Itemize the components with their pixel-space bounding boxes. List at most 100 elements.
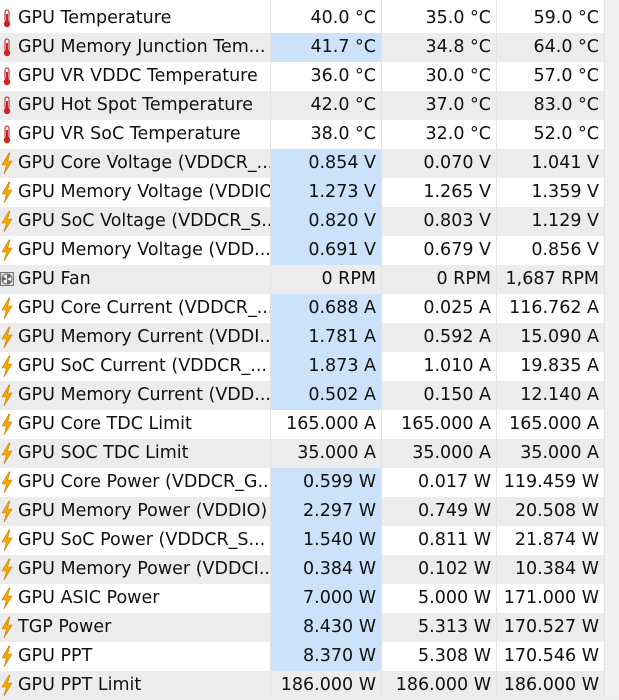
sensor-name: GPU Memory Current (VDD... — [18, 385, 270, 405]
minimum-value: 37.0 °C — [425, 95, 492, 115]
current-value: 165.000 A — [286, 414, 376, 434]
maximum-value: 119.459 W — [503, 472, 599, 492]
sensor-name: GPU Memory Voltage (VDDIO) — [18, 182, 270, 202]
current-value: 2.297 W — [270, 497, 381, 526]
sensor-name: GPU Core Power (VDDCR_G... — [18, 472, 270, 492]
sensor-name: GPU Memory Current (VDDI... — [18, 327, 270, 347]
maximum-value: 1,687 RPM — [505, 269, 599, 289]
minimum-value: 5.308 W — [418, 646, 491, 666]
sensor-row[interactable]: GPU Temperature 40.0 °C 35.0 °C 59.0 °C — [0, 4, 619, 33]
sensor-row[interactable]: GPU VR SoC Temperature 38.0 °C 32.0 °C 52.0… — [0, 120, 619, 149]
minimum-value: 34.8 °C — [425, 37, 492, 57]
sensor-row[interactable]: GPU PPT 8.370 W 5.308 W 170.546 W — [0, 642, 619, 671]
lightning-bolt-icon — [0, 207, 14, 236]
sensor-row[interactable]: GPU SoC Current (VDDCR_... 1.873 A 1.010 A… — [0, 352, 619, 381]
maximum-value: 57.0 °C — [533, 66, 600, 86]
sensor-row[interactable]: GPU SoC Voltage (VDDCR_S... 0.820 V 0.803 … — [0, 207, 619, 236]
maximum-value: 165.000 A — [509, 414, 599, 434]
maximum-value: 19.835 A — [520, 356, 599, 376]
minimum-value: 0.803 V — [423, 211, 491, 231]
sensor-row[interactable]: GPU Memory Voltage (VDD... 0.691 V 0.679 V… — [0, 236, 619, 265]
lightning-bolt-icon — [0, 584, 14, 613]
column-divider — [270, 0, 271, 696]
lightning-bolt-icon — [0, 294, 14, 323]
sensor-row[interactable]: GPU Memory Junction Tem... 41.7 °C 34.8 °C… — [0, 33, 619, 62]
sensor-name: GPU SoC Current (VDDCR_... — [18, 356, 267, 376]
maximum-value: 35.000 A — [520, 443, 599, 463]
sensor-row[interactable]: GPU SoC Power (VDDCR_S... 1.540 W 0.811 W 2… — [0, 526, 619, 555]
minimum-value: 30.0 °C — [425, 66, 492, 86]
sensor-name: GPU PPT — [18, 646, 93, 666]
thermometer-icon — [0, 33, 14, 62]
sensor-row[interactable]: GPU Hot Spot Temperature 42.0 °C 37.0 °C 83… — [0, 91, 619, 120]
maximum-value: 1.359 V — [531, 182, 599, 202]
sensor-row[interactable]: GPU Memory Power (VDDIO) 2.297 W 0.749 W 20… — [0, 497, 619, 526]
current-value: 38.0 °C — [310, 124, 377, 144]
lightning-bolt-icon — [0, 526, 14, 555]
sensor-name: GPU VR SoC Temperature — [18, 124, 241, 144]
sensor-row[interactable]: GPU Memory Voltage (VDDIO) 1.273 V 1.265 V… — [0, 178, 619, 207]
sensor-name: GPU Hot Spot Temperature — [18, 95, 253, 115]
maximum-value: 116.762 A — [509, 298, 599, 318]
lightning-bolt-icon — [0, 468, 14, 497]
minimum-value: 0 RPM — [436, 269, 491, 289]
sensor-row[interactable]: GPU VR VDDC Temperature 36.0 °C 30.0 °C 57.… — [0, 62, 619, 91]
current-value: 1.781 A — [270, 323, 381, 352]
sensor-row[interactable]: GPU Core Power (VDDCR_G... 0.599 W 0.017 W… — [0, 468, 619, 497]
sensor-row[interactable]: GPU Memory Current (VDDI... 1.781 A 0.592 … — [0, 323, 619, 352]
sensor-name: GPU VR VDDC Temperature — [18, 66, 258, 86]
maximum-value: 10.384 W — [514, 559, 599, 579]
maximum-value: 12.140 A — [520, 385, 599, 405]
current-value: 35.000 A — [297, 443, 376, 463]
current-value: 0.820 V — [270, 207, 381, 236]
sensor-row[interactable]: GPU SOC TDC Limit 35.000 A 35.000 A 35.000 … — [0, 439, 619, 468]
maximum-value: 59.0 °C — [533, 8, 600, 28]
lightning-bolt-icon — [0, 352, 14, 381]
maximum-value: 170.546 W — [503, 646, 599, 666]
sensor-row[interactable]: TGP Power 8.430 W 5.313 W 170.527 W — [0, 613, 619, 642]
sensor-row[interactable]: GPU Core Voltage (VDDCR_... 0.854 V 0.070 … — [0, 149, 619, 178]
vertical-scrollbar[interactable] — [604, 0, 619, 696]
column-divider — [496, 0, 497, 696]
current-value: 40.0 °C — [310, 8, 377, 28]
current-value: 41.7 °C — [270, 33, 381, 62]
sensor-table: GPU Temperature 40.0 °C 35.0 °C 59.0 °C GPU … — [0, 4, 619, 700]
current-value: 7.000 W — [270, 584, 381, 613]
sensor-name: GPU Core TDC Limit — [18, 414, 192, 434]
sensor-name: GPU SOC TDC Limit — [18, 443, 189, 463]
maximum-value: 1.041 V — [531, 153, 599, 173]
lightning-bolt-icon — [0, 236, 14, 265]
lightning-bolt-icon — [0, 178, 14, 207]
minimum-value: 35.0 °C — [425, 8, 492, 28]
sensor-name: GPU SoC Voltage (VDDCR_S... — [18, 211, 270, 231]
minimum-value: 0.679 V — [423, 240, 491, 260]
lightning-bolt-icon — [0, 497, 14, 526]
thermometer-icon — [0, 120, 14, 149]
maximum-value: 52.0 °C — [533, 124, 600, 144]
current-value: 0.599 W — [270, 468, 381, 497]
sensor-name: GPU Memory Power (VDDCI... — [18, 559, 270, 579]
maximum-value: 171.000 W — [503, 588, 599, 608]
current-value: 0.691 V — [270, 236, 381, 265]
sensor-row[interactable]: GPU Fan 0 RPM 0 RPM 1,687 RPM — [0, 265, 619, 294]
sensor-name: TGP Power — [18, 617, 112, 637]
maximum-value: 64.0 °C — [533, 37, 600, 57]
current-value: 42.0 °C — [310, 95, 377, 115]
minimum-value: 32.0 °C — [425, 124, 492, 144]
current-value: 1.540 W — [270, 526, 381, 555]
thermometer-icon — [0, 62, 14, 91]
sensor-row[interactable]: GPU Memory Current (VDD... 0.502 A 0.150 A… — [0, 381, 619, 410]
maximum-value: 170.527 W — [503, 617, 599, 637]
maximum-value: 15.090 A — [520, 327, 599, 347]
sensor-row[interactable]: GPU Memory Power (VDDCI... 0.384 W 0.102 W… — [0, 555, 619, 584]
minimum-value: 0.025 A — [423, 298, 491, 318]
sensor-name: GPU Memory Voltage (VDD... — [18, 240, 270, 260]
sensor-row[interactable]: GPU Core TDC Limit 165.000 A 165.000 A 165.… — [0, 410, 619, 439]
lightning-bolt-icon — [0, 381, 14, 410]
thermometer-icon — [0, 4, 14, 33]
column-divider — [381, 0, 382, 696]
minimum-value: 0.017 W — [418, 472, 491, 492]
minimum-value: 5.000 W — [418, 588, 491, 608]
sensor-row[interactable]: GPU ASIC Power 7.000 W 5.000 W 171.000 W — [0, 584, 619, 613]
sensor-row[interactable]: GPU Core Current (VDDCR_... 0.688 A 0.025 … — [0, 294, 619, 323]
